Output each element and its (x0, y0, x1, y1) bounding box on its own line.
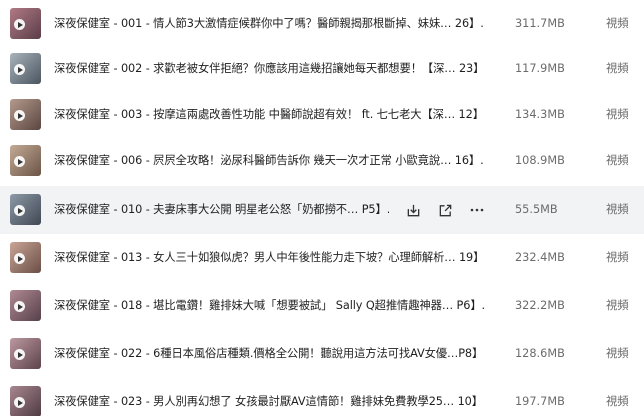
file-type: 視頻 (606, 347, 629, 360)
file-name: 深夜保健室 - 022 - 6種日本風俗店種類.價格全公開！聽說用這方法可找AV… (54, 347, 484, 360)
file-size: 311.7MB (515, 17, 565, 30)
file-row[interactable]: 深夜保健室 - 003 - 按摩這兩處改善性功能 中醫師說超有效！ ft. 七七… (0, 91, 644, 139)
file-size: 55.5MB (515, 203, 558, 216)
file-type: 視頻 (606, 299, 629, 312)
file-list: 深夜保健室 - 001 - 情人節3大激情症候群你中了嗎？醫師親揭那根斷掉、妹妹… (0, 0, 644, 416)
file-name: 深夜保健室 - 013 - 女人三十如狼似虎？男人中年後性能力走下坡？心理師解析… (54, 251, 484, 264)
file-name: 深夜保健室 - 001 - 情人節3大激情症候群你中了嗎？醫師親揭那根斷掉、妹妹… (54, 17, 484, 30)
play-icon (14, 110, 25, 121)
video-thumbnail (10, 53, 41, 84)
video-thumbnail (10, 99, 41, 130)
play-icon (14, 205, 25, 216)
download-icon[interactable] (403, 200, 423, 220)
file-size: 117.9MB (515, 62, 565, 75)
video-thumbnail (10, 194, 41, 225)
file-row[interactable]: 深夜保健室 - 002 - 求歡老被女伴拒絕？你應該用這幾招讓她每天都想要！【深… (0, 45, 644, 93)
file-size: 108.9MB (515, 154, 565, 167)
file-type: 視頻 (606, 62, 629, 75)
play-icon (14, 397, 25, 408)
row-actions (403, 186, 487, 234)
more-icon[interactable] (467, 200, 487, 220)
file-name: 深夜保健室 - 010 - 夫妻床事大公開 明星老公怒「奶都撈不… P5】.mp… (54, 203, 389, 216)
file-row[interactable]: 深夜保健室 - 023 - 男人別再幻想了 女孩最討厭AV這情節！雞排妹免費教學… (0, 378, 644, 416)
video-thumbnail (10, 242, 41, 273)
file-size: 134.3MB (515, 108, 565, 121)
file-name: 深夜保健室 - 003 - 按摩這兩處改善性功能 中醫師說超有效！ ft. 七七… (54, 108, 484, 121)
share-icon[interactable] (435, 200, 455, 220)
file-size: 128.6MB (515, 347, 565, 360)
file-type: 視頻 (606, 17, 629, 30)
file-row[interactable]: 深夜保健室 - 010 - 夫妻床事大公開 明星老公怒「奶都撈不… P5】.mp… (0, 186, 644, 234)
video-thumbnail (10, 145, 41, 176)
file-row[interactable]: 深夜保健室 - 001 - 情人節3大激情症候群你中了嗎？醫師親揭那根斷掉、妹妹… (0, 0, 644, 48)
play-icon (14, 156, 25, 167)
file-name: 深夜保健室 - 018 - 堪比電鑽！雞排妹大喊「想要被試」 Sally Q超推… (54, 299, 484, 312)
file-row[interactable]: 深夜保健室 - 018 - 堪比電鑽！雞排妹大喊「想要被試」 Sally Q超推… (0, 282, 644, 330)
file-size: 232.4MB (515, 251, 565, 264)
video-thumbnail (10, 386, 41, 416)
file-size: 322.2MB (515, 299, 565, 312)
play-icon (14, 253, 25, 264)
file-name: 深夜保健室 - 002 - 求歡老被女伴拒絕？你應該用這幾招讓她每天都想要！【深… (54, 62, 484, 75)
file-name: 深夜保健室 - 006 - 屄屄全攻略！泌尿科醫師告訴你 幾天一次才正常 小歐竟… (54, 154, 484, 167)
file-type: 視頻 (606, 154, 629, 167)
video-thumbnail (10, 290, 41, 321)
video-thumbnail (10, 338, 41, 369)
file-type: 視頻 (606, 251, 629, 264)
file-row[interactable]: 深夜保健室 - 013 - 女人三十如狼似虎？男人中年後性能力走下坡？心理師解析… (0, 234, 644, 282)
play-icon (14, 349, 25, 360)
video-thumbnail (10, 8, 41, 39)
file-row[interactable]: 深夜保健室 - 006 - 屄屄全攻略！泌尿科醫師告訴你 幾天一次才正常 小歐竟… (0, 137, 644, 185)
play-icon (14, 64, 25, 75)
file-size: 197.7MB (515, 395, 565, 408)
play-icon (14, 19, 25, 30)
file-row[interactable]: 深夜保健室 - 022 - 6種日本風俗店種類.價格全公開！聽說用這方法可找AV… (0, 330, 644, 378)
file-type: 視頻 (606, 203, 629, 216)
file-name: 深夜保健室 - 023 - 男人別再幻想了 女孩最討厭AV這情節！雞排妹免費教學… (54, 395, 484, 408)
play-icon (14, 301, 25, 312)
file-type: 視頻 (606, 108, 629, 121)
file-type: 視頻 (606, 395, 629, 408)
